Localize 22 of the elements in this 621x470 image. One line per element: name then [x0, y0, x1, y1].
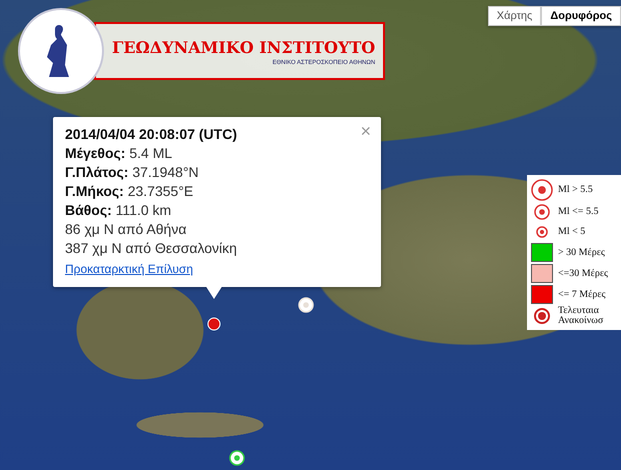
legend-label: <=30 Μέρες: [558, 268, 608, 278]
map-type-button[interactable]: Χάρτης: [488, 6, 542, 26]
institute-title: ΓΕΩΔΥΝΑΜΙΚΟ ΙΝΣΤΙΤΟΥΤΟ: [112, 38, 376, 57]
event-detail: Γ.Πλάτος: 37.1948°N: [65, 163, 200, 182]
map-type-button[interactable]: Δορυφόρος: [541, 6, 621, 26]
legend-label: Ml > 5.5: [558, 185, 593, 195]
legend-label: > 30 Μέρες: [558, 248, 605, 258]
ring-marker-icon: [531, 179, 553, 201]
solution-link[interactable]: Προκαταρκτική Επίλυση: [65, 260, 194, 279]
legend-label: <= 7 Μέρες: [558, 290, 606, 300]
distance-text: 86 χμ Ν από Αθήνα: [65, 220, 188, 239]
legend-label: Ml < 5: [558, 227, 586, 237]
latest-marker-icon: [534, 308, 550, 324]
event-detail: Γ.Μήκος: 23.7355°E: [65, 182, 194, 201]
ring-marker-icon: [536, 226, 548, 238]
event-detail: Μέγεθος: 5.4 ML: [65, 144, 174, 163]
legend-label: Τελευταια Ανακοίνωσ: [558, 306, 604, 326]
event-detail: Βάθος: 111.0 km: [65, 201, 172, 220]
legend-label: Ml <= 5.5: [558, 207, 598, 217]
event-time: 2014/04/04 20:08:07 (UTC): [65, 125, 237, 144]
distance-text: 387 χμ Ν από Θεσσαλονίκη: [65, 239, 238, 258]
ring-marker-icon: [534, 204, 550, 220]
